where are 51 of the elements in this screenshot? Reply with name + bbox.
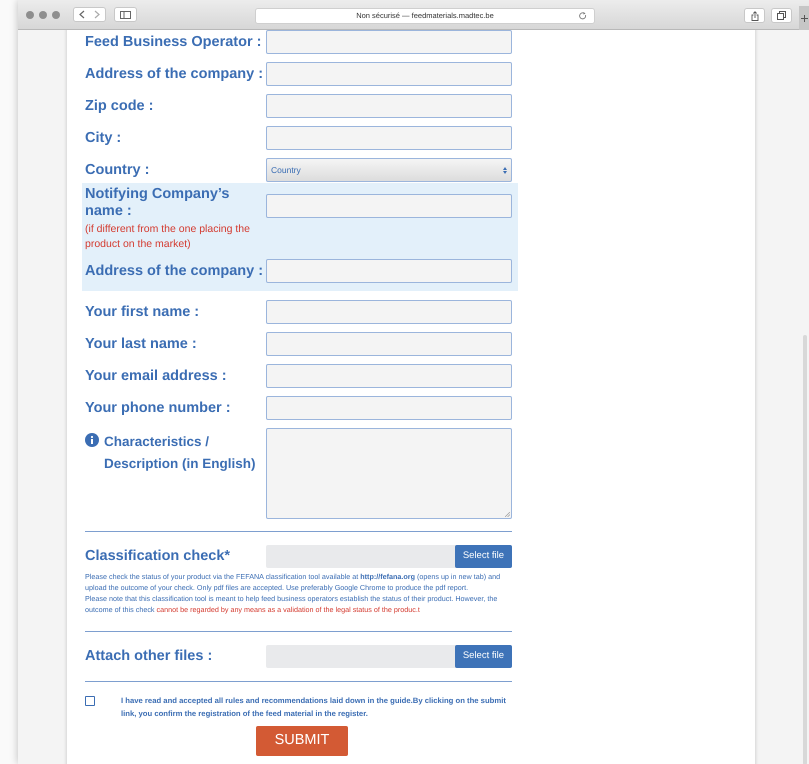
resize-handle-icon[interactable]: [505, 512, 510, 517]
field-label: Country :: [85, 162, 150, 178]
field-label: Characteristics / Description (in English): [104, 433, 257, 473]
input-field[interactable]: [266, 364, 512, 388]
select-file-button[interactable]: Select file: [454, 645, 512, 668]
field-label: Address of the company :: [85, 262, 264, 280]
input-field[interactable]: [266, 126, 512, 150]
field-label: Attach other files :: [85, 648, 214, 665]
field-label: Address of the company :: [85, 66, 264, 82]
share-button[interactable]: [744, 8, 765, 23]
country-select[interactable]: Country: [266, 158, 512, 182]
input-field[interactable]: [266, 259, 512, 283]
field-label: Your phone number :: [85, 400, 232, 416]
input-field[interactable]: [266, 396, 512, 420]
input-field[interactable]: [266, 332, 512, 356]
input-field[interactable]: [266, 30, 512, 54]
input-field[interactable]: [266, 62, 512, 86]
file-field[interactable]: Select file: [266, 545, 512, 568]
minimize-icon[interactable]: [39, 10, 47, 18]
input-field[interactable]: [266, 300, 512, 324]
plus-icon: [800, 14, 808, 22]
field-label: Classification check*: [85, 548, 232, 565]
reload-icon[interactable]: [579, 12, 587, 20]
back-icon[interactable]: [78, 10, 85, 19]
field-label: Notifying Company’s name :: [85, 186, 230, 220]
new-tab-button[interactable]: [799, 6, 809, 30]
back-forward-control[interactable]: [73, 7, 106, 22]
sidebar-button[interactable]: [114, 7, 137, 22]
field-label: Your email address :: [85, 368, 228, 384]
tabs-button[interactable]: [771, 8, 792, 23]
field-label: Feed Business Operator :: [85, 34, 262, 50]
select-file-button[interactable]: Select file: [454, 545, 512, 568]
field-label: Zip code :: [85, 98, 154, 114]
submit-button[interactable]: SUBMIT: [256, 726, 348, 756]
field-label: Your first name :: [85, 304, 200, 320]
sidebar-icon: [120, 10, 131, 18]
tabs-icon: [777, 11, 786, 20]
zoom-icon[interactable]: [52, 10, 60, 18]
input-field[interactable]: [266, 194, 512, 218]
text-area[interactable]: [266, 428, 512, 519]
file-field[interactable]: Select file: [266, 645, 512, 668]
forward-icon[interactable]: [94, 10, 100, 19]
field-note: (if different from the one placing the product on the market): [85, 222, 251, 252]
field-label: Your last name :: [85, 336, 198, 352]
info-icon[interactable]: [85, 433, 99, 447]
updown-icon: [503, 166, 507, 174]
share-icon: [750, 10, 758, 20]
field-label: City :: [85, 130, 122, 146]
input-field[interactable]: [266, 94, 512, 118]
agreement-checkbox[interactable]: [85, 696, 95, 706]
close-icon[interactable]: [26, 10, 34, 18]
